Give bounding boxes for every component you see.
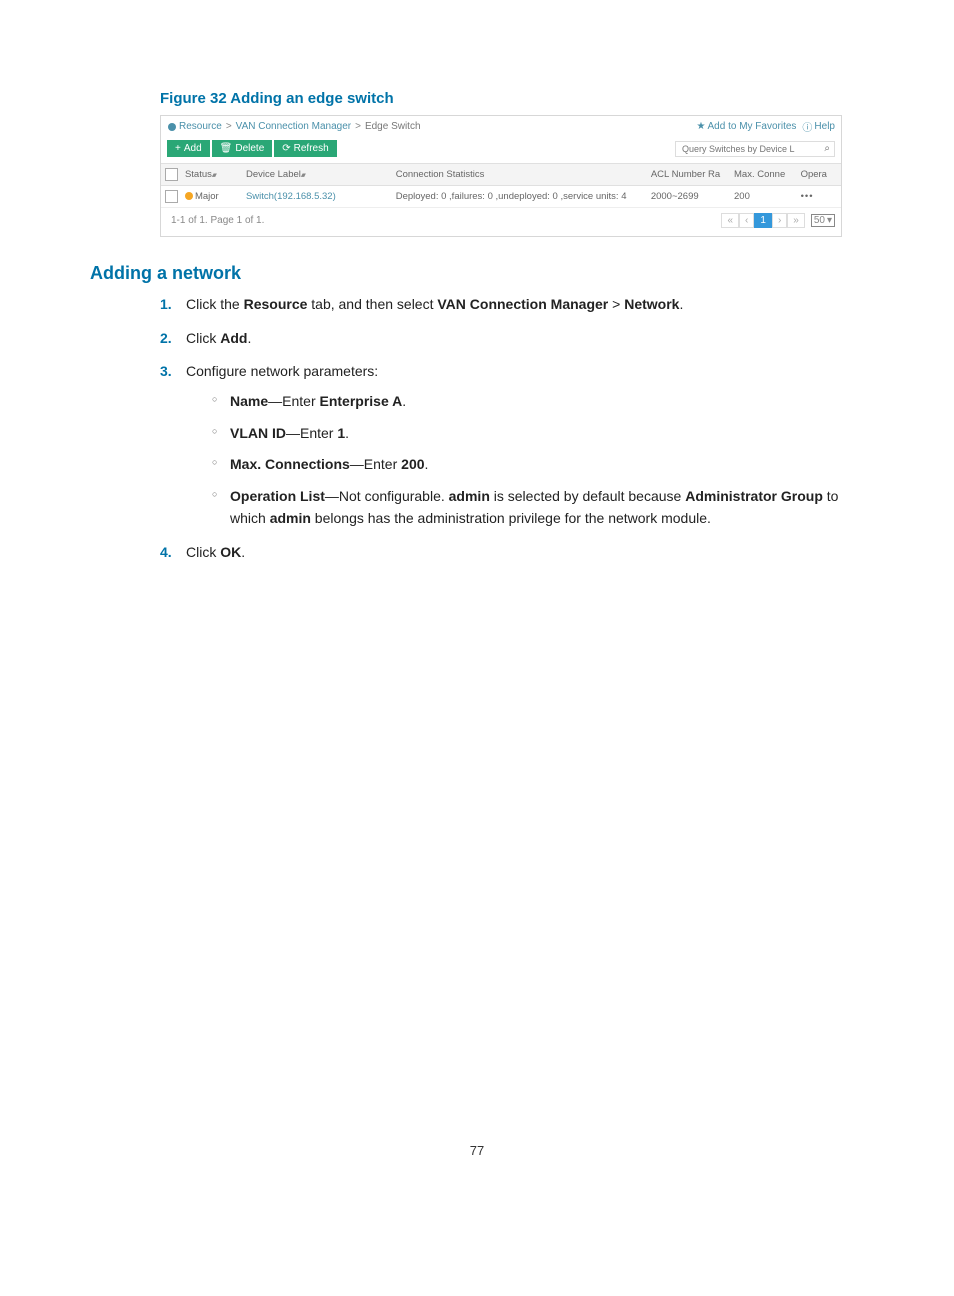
table-header-row: Status Device Label Connection Statistic… [161, 164, 841, 186]
table-row[interactable]: Major Switch(192.168.5.32) Deployed: 0 ,… [161, 186, 841, 208]
refresh-icon: ⟳ [282, 143, 290, 154]
add-favorites-link[interactable]: ★ Add to My Favorites [697, 121, 797, 132]
col-device[interactable]: Device Label [242, 164, 392, 186]
row-checkbox[interactable] [165, 190, 178, 203]
toolbar: + Add 🗑 Delete ⟳ Refresh ⌕ [161, 137, 841, 163]
col-conn: Connection Statistics [392, 164, 647, 186]
refresh-button[interactable]: ⟳ Refresh [274, 140, 336, 157]
section-heading: Adding a network [90, 263, 864, 284]
breadcrumb-edge: Edge Switch [365, 121, 421, 132]
page-next[interactable]: › [772, 213, 787, 228]
cell-connection: Deployed: 0 ,failures: 0 ,undeployed: 0 … [392, 186, 647, 208]
page-number: 77 [90, 1143, 864, 1158]
help-link[interactable]: ⓘ Help [802, 119, 835, 134]
col-status[interactable]: Status [181, 164, 242, 186]
cell-ops[interactable]: ••• [797, 186, 841, 208]
page-current[interactable]: 1 [754, 213, 772, 228]
steps-list: Click the Resource tab, and then select … [160, 294, 864, 563]
step-2: Click Add. [160, 328, 864, 350]
figure-caption: Figure 32 Adding an edge switch [160, 90, 864, 107]
cell-acl: 2000~2699 [647, 186, 730, 208]
substeps-list: Name—Enter Enterprise A. VLAN ID—Enter 1… [186, 391, 864, 529]
substep-oplist: Operation List—Not configurable. admin i… [212, 486, 864, 529]
col-max: Max. Conne [730, 164, 797, 186]
more-icon: ••• [801, 191, 814, 202]
substep-maxconn: Max. Connections—Enter 200. [212, 454, 864, 476]
breadcrumb-resource[interactable]: Resource [179, 121, 222, 132]
cell-status: Major [181, 186, 242, 208]
substep-vlan: VLAN ID—Enter 1. [212, 423, 864, 445]
plus-icon: + [175, 143, 181, 154]
search-box[interactable]: ⌕ [675, 141, 835, 157]
page-size-select[interactable]: 50 ▾ [811, 214, 835, 227]
substep-name: Name—Enter Enterprise A. [212, 391, 864, 413]
col-acl: ACL Number Ra [647, 164, 730, 186]
pagination-summary: 1-1 of 1. Page 1 of 1. [171, 215, 264, 226]
step-1: Click the Resource tab, and then select … [160, 294, 864, 316]
table-footer: 1-1 of 1. Page 1 of 1. « ‹ 1 › » 50 ▾ [161, 208, 841, 236]
switch-table: Status Device Label Connection Statistic… [161, 163, 841, 208]
col-ops: Opera [797, 164, 841, 186]
search-input[interactable] [680, 143, 820, 155]
select-all-checkbox[interactable] [165, 168, 178, 181]
delete-button[interactable]: 🗑 Delete [212, 140, 273, 157]
cell-max: 200 [730, 186, 797, 208]
cell-device[interactable]: Switch(192.168.5.32) [242, 186, 392, 208]
page-first[interactable]: « [721, 213, 739, 228]
chevron-down-icon: ▾ [827, 215, 832, 226]
page-last[interactable]: » [787, 213, 805, 228]
step-4: Click OK. [160, 542, 864, 564]
page-prev[interactable]: ‹ [739, 213, 754, 228]
pagination: « ‹ 1 › » 50 ▾ [721, 213, 835, 228]
step-3: Configure network parameters: Name—Enter… [160, 361, 864, 529]
screenshot-panel: Resource > VAN Connection Manager > Edge… [160, 115, 842, 237]
nav-icon [167, 122, 177, 132]
search-icon[interactable]: ⌕ [824, 143, 830, 154]
star-icon: ★ [697, 121, 706, 132]
trash-icon: 🗑 [220, 143, 233, 154]
status-major-icon [185, 192, 193, 200]
help-icon: ⓘ [802, 119, 812, 134]
breadcrumb: Resource > VAN Connection Manager > Edge… [161, 116, 841, 137]
breadcrumb-van[interactable]: VAN Connection Manager [236, 121, 351, 132]
add-button[interactable]: + Add [167, 140, 210, 157]
